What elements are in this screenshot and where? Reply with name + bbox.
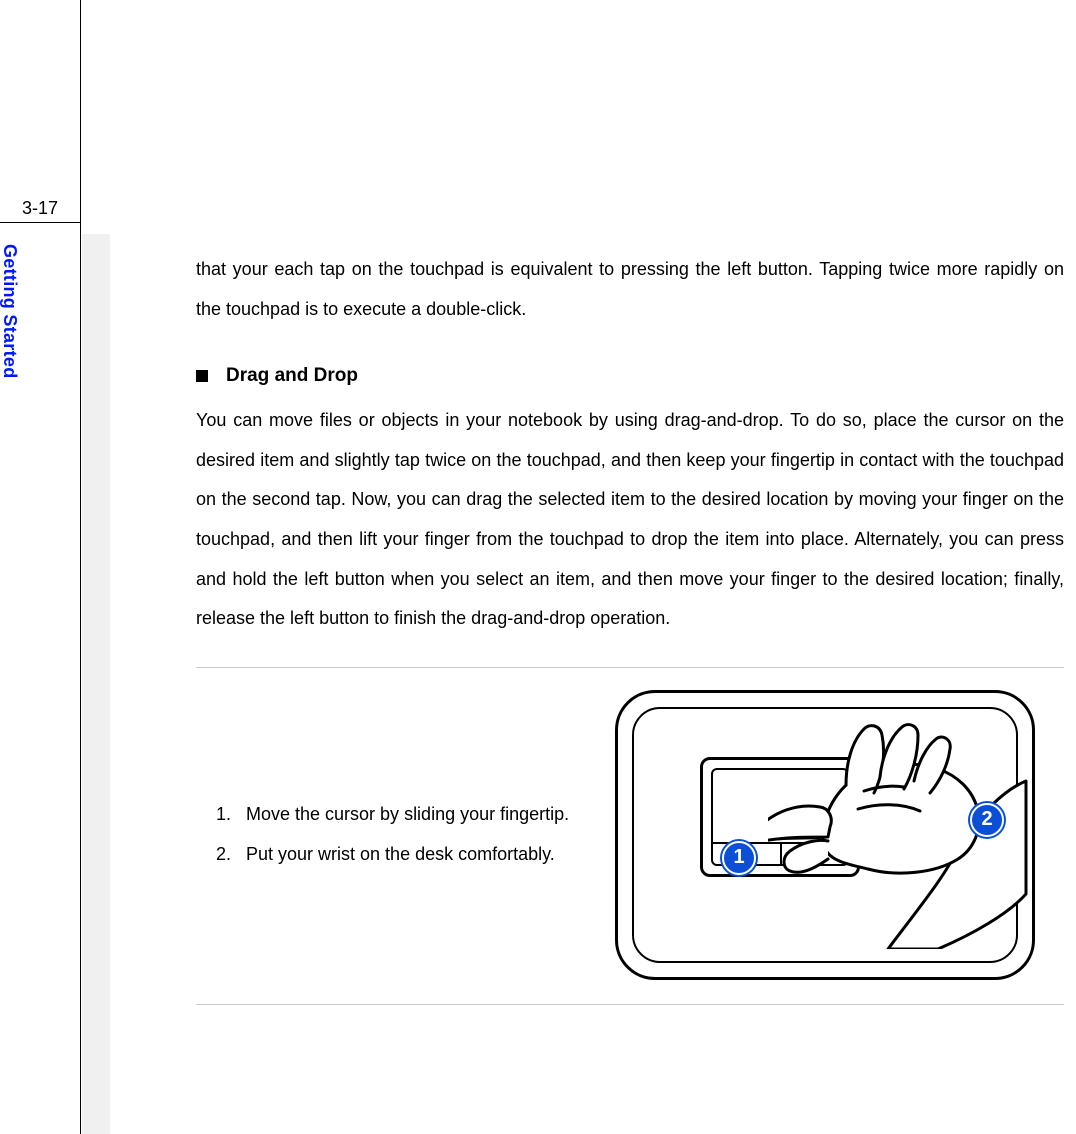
square-bullet-icon <box>196 370 208 382</box>
section-title: Drag and Drop <box>226 365 358 387</box>
step-text: Move the cursor by sliding your fingerti… <box>246 795 586 835</box>
step-number: 2. <box>216 835 246 875</box>
page-number: 3-17 <box>8 198 72 219</box>
page-number-rule <box>0 222 80 223</box>
step-text: Put your wrist on the desk comfortably. <box>246 835 586 875</box>
divider <box>196 1004 1064 1005</box>
callout-badge-1: 1 <box>722 841 756 875</box>
vertical-rule <box>80 0 81 1134</box>
laptop-illustration: 1 2 <box>615 690 1035 980</box>
list-item: 2. Put your wrist on the desk comfortabl… <box>216 835 586 875</box>
sidebar-strip <box>82 234 110 1134</box>
steps-column: 1. Move the cursor by sliding your finge… <box>196 795 586 874</box>
intro-paragraph: that your each tap on the touchpad is eq… <box>196 250 1064 329</box>
divider <box>196 667 1064 668</box>
steps-list: 1. Move the cursor by sliding your finge… <box>216 795 586 874</box>
steps-and-figure: 1. Move the cursor by sliding your finge… <box>196 690 1064 980</box>
figure-column: 1 2 <box>586 690 1064 980</box>
section-body: You can move files or objects in your no… <box>196 401 1064 639</box>
list-item: 1. Move the cursor by sliding your finge… <box>216 795 586 835</box>
document-page: 3-17 Getting Started that your each tap … <box>0 0 1076 1134</box>
step-number: 1. <box>216 795 246 835</box>
callout-badge-2: 2 <box>970 803 1004 837</box>
content-area: that your each tap on the touchpad is eq… <box>196 250 1064 1005</box>
sidebar-section-label: Getting Started <box>0 244 20 424</box>
section-heading-row: Drag and Drop <box>196 365 1064 387</box>
section-drag-and-drop: Drag and Drop You can move files or obje… <box>196 365 1064 639</box>
